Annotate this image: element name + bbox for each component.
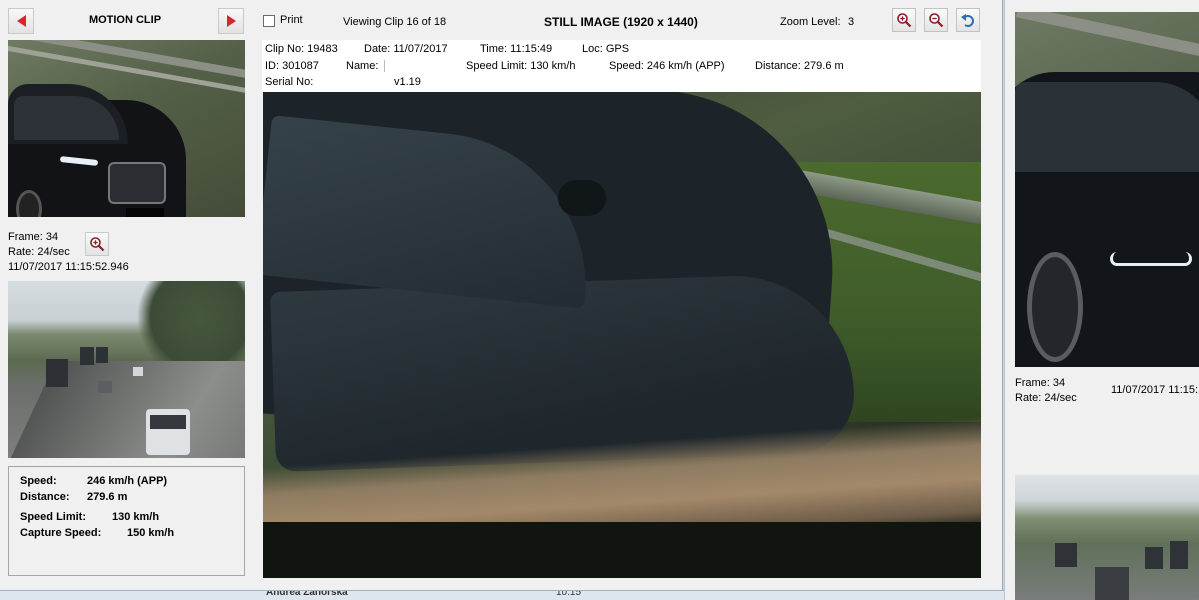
reset-view-button[interactable] (956, 8, 980, 32)
motion-frame-car-image[interactable] (8, 40, 245, 217)
software-version: v1.19 (394, 76, 421, 88)
license-plate-redaction (126, 208, 164, 217)
speed-label: Speed: (20, 475, 57, 487)
next-clip-button[interactable] (218, 8, 244, 34)
viewing-clip-status: Viewing Clip 16 of 18 (343, 16, 447, 28)
next-arrow-icon (226, 15, 236, 27)
clip-location: Loc: GPS (582, 43, 630, 55)
speed-value: 246 km/h (APP) (87, 475, 168, 487)
zoom-in-icon (897, 13, 912, 28)
background-car-image (1015, 12, 1199, 367)
frame-info: Frame: 34 Rate: 24/sec 11/07/2017 11:15:… (8, 230, 129, 275)
clip-info-strip: Clip No: 19483 Date: 11/07/2017 Time: 11… (262, 40, 981, 92)
info-distance: Distance: 279.6 m (755, 60, 844, 72)
name-label: Name: (346, 60, 379, 72)
taskbar-contact-name: Andrea Záhorská (266, 590, 348, 598)
previous-arrow-icon (16, 15, 26, 27)
still-image-title: STILL IMAGE (1920 x 1440) (544, 15, 698, 29)
background-window: Frame: 34 Rate: 24/sec 11/07/2017 11:15: (1004, 0, 1199, 600)
undo-icon (961, 14, 974, 27)
clip-time: Time: 11:15:49 (480, 43, 553, 55)
frame-number: Frame: 34 (8, 231, 59, 243)
zoom-frame-button[interactable] (85, 232, 109, 256)
info-speed-limit: Speed Limit: 130 km/h (466, 60, 576, 72)
zoom-out-icon (929, 13, 944, 28)
zoom-in-icon (90, 237, 105, 252)
capture-speed-label: Capture Speed: (20, 527, 102, 539)
still-image-toolbar: Print Viewing Clip 16 of 18 STILL IMAGE … (252, 0, 1003, 40)
background-frame-timestamp: 11/07/2017 11:15: (1111, 384, 1199, 396)
print-checkbox[interactable] (263, 15, 275, 27)
zoom-level-label: Zoom Level: (780, 16, 841, 28)
capture-speed-value: 150 km/h (127, 527, 175, 539)
speed-details-box: Speed: 246 km/h (APP) Distance: 279.6 m … (8, 466, 245, 576)
distance-label: Distance: (20, 491, 70, 503)
zoom-in-button[interactable] (892, 8, 916, 32)
taskbar-strip: Andrea Záhorská 10:15 (0, 590, 1004, 600)
clip-number: Clip No: 19483 (265, 43, 338, 55)
clip-date: Date: 11/07/2017 (364, 43, 448, 55)
device-id: ID: 301087 (265, 60, 319, 72)
motion-clip-panel: MOTION CLIP Frame: 34 Rate: 24/sec 11/07… (0, 0, 252, 590)
motion-clip-title: MOTION CLIP (88, 14, 162, 26)
zoom-level-value: 3 (848, 16, 855, 28)
info-speed: Speed: 246 km/h (APP) (609, 60, 725, 72)
background-frame-info: Frame: 34 Rate: 24/sec (1015, 376, 1077, 406)
taskbar-time: 10:15 (556, 590, 582, 598)
background-road-image (1015, 475, 1199, 600)
speed-limit-value: 130 km/h (112, 511, 160, 523)
zoom-out-button[interactable] (924, 8, 948, 32)
background-frame-number: Frame: 34 (1015, 377, 1066, 389)
frame-rate: Rate: 24/sec (8, 246, 70, 258)
print-label: Print (280, 14, 303, 26)
distance-value: 279.6 m (87, 491, 128, 503)
motion-frame-road-image[interactable] (8, 281, 245, 458)
previous-clip-button[interactable] (8, 8, 34, 34)
still-image-viewer-window: MOTION CLIP Frame: 34 Rate: 24/sec 11/07… (0, 0, 1003, 596)
name-value (384, 60, 385, 72)
still-image-view[interactable] (263, 92, 981, 578)
serial-number-label: Serial No: (265, 76, 314, 88)
frame-timestamp: 11/07/2017 11:15:52.946 (8, 261, 129, 273)
speed-limit-label: Speed Limit: (20, 511, 87, 523)
background-frame-rate: Rate: 24/sec (1015, 392, 1077, 404)
